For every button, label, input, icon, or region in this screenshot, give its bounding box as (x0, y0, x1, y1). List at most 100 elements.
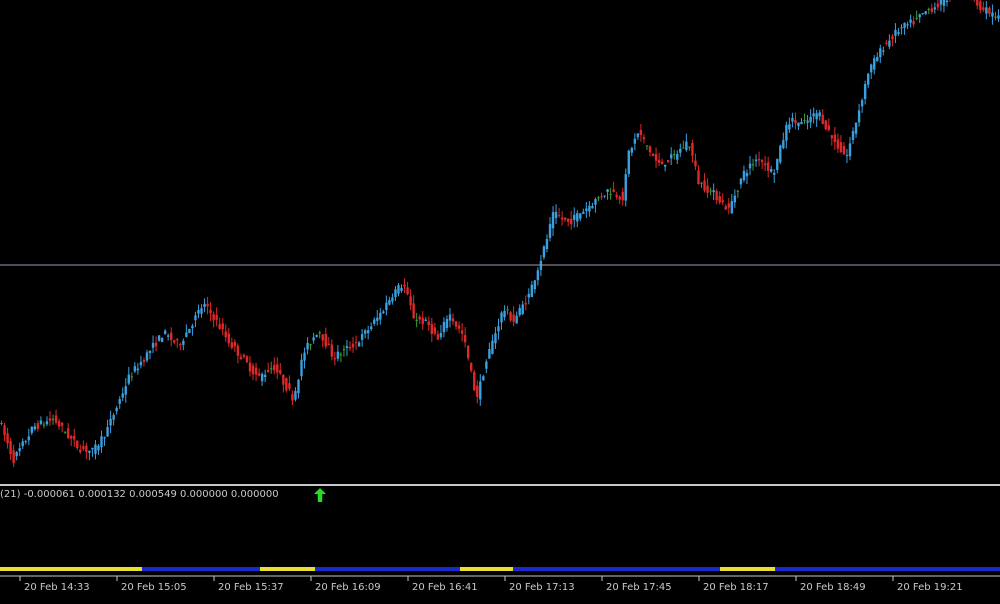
candle-body (488, 348, 491, 359)
candle-body (385, 302, 388, 311)
candle-body (288, 383, 291, 389)
candle-body (324, 333, 327, 347)
candle-body (497, 326, 500, 332)
candle-body (421, 317, 424, 325)
candle-body (333, 358, 337, 360)
candle-body (63, 432, 67, 434)
candle-body (615, 194, 618, 197)
candle-body (606, 189, 609, 192)
candle-body (794, 119, 797, 124)
candle-body (88, 450, 91, 453)
candle-body (676, 154, 679, 160)
candle-body (612, 189, 615, 192)
x-tick-label: 20 Feb 16:09 (315, 582, 381, 593)
candle-body (997, 15, 1000, 19)
candle-body (645, 145, 649, 147)
candle-body (654, 154, 658, 161)
candle-body (79, 449, 82, 453)
candle-body (630, 147, 634, 153)
candle-body (788, 124, 791, 130)
candle-body (848, 143, 852, 157)
candle-body (0, 422, 3, 424)
candle-body (357, 342, 361, 347)
x-tick-label: 20 Feb 18:49 (800, 582, 866, 593)
signal-strip (0, 567, 1000, 571)
candle-body (394, 289, 397, 298)
candle-body (721, 200, 724, 203)
candle-body (85, 445, 88, 452)
candle-body (533, 280, 537, 290)
candle-body (466, 345, 470, 359)
candle-body (800, 121, 803, 125)
candle-body (742, 170, 746, 181)
candle-body (176, 339, 179, 341)
candle-body (309, 344, 312, 346)
candle-body (773, 172, 776, 175)
candle-body (766, 162, 770, 171)
candle-body (600, 196, 603, 198)
candle-body (345, 346, 349, 349)
candle-body (239, 356, 243, 360)
candle-body (91, 447, 94, 450)
candle-body (406, 287, 409, 295)
candle-body (76, 440, 79, 448)
candle-body (182, 340, 185, 345)
candle-body (760, 160, 764, 163)
candle-body (657, 159, 661, 163)
candle-body (636, 133, 640, 138)
candle-body (703, 180, 706, 191)
candle-body (33, 426, 37, 430)
candle-body (400, 287, 403, 292)
candle-body (376, 317, 379, 321)
candle-body (279, 370, 282, 374)
strip-segment (260, 567, 315, 571)
candle-body (173, 340, 176, 343)
candle-body (579, 213, 582, 219)
price-chart: 20 Feb 14:33 20 Feb 15:05 20 Feb 15:37 20 F… (0, 0, 1000, 600)
candle-body (815, 113, 818, 120)
candle-body (833, 134, 837, 142)
candle-body (424, 319, 427, 321)
candle-body (715, 190, 718, 201)
candle-body (518, 307, 521, 316)
candle-body (785, 124, 788, 141)
candle-body (270, 368, 273, 370)
candle-body (36, 423, 40, 429)
candle-body (188, 328, 191, 334)
candle-body (479, 381, 482, 400)
candle-body (915, 17, 918, 19)
candle-body (18, 448, 21, 452)
candle-body (685, 141, 688, 151)
candle-body (379, 312, 382, 320)
candle-body (354, 342, 358, 344)
x-tick-label: 20 Feb 18:17 (703, 582, 769, 593)
candle-body (221, 323, 224, 330)
candle-body (651, 153, 655, 157)
strip-segment (142, 567, 260, 571)
candle-body (863, 84, 867, 100)
candle-body (403, 284, 406, 287)
candle-body (103, 437, 106, 439)
candle-body (433, 327, 437, 334)
candle-body (282, 375, 285, 385)
candle-body (748, 163, 752, 169)
candle-body (936, 3, 940, 8)
candle-body (906, 24, 909, 26)
candle-body (415, 319, 418, 321)
candle-body (9, 441, 12, 455)
candle-body (985, 7, 988, 14)
candle-body (266, 369, 270, 373)
candle-body (336, 351, 340, 359)
candle-body (339, 354, 343, 356)
candle-body (888, 40, 891, 47)
candle-body (203, 303, 206, 307)
candle-body (854, 122, 858, 134)
candle-body (197, 310, 200, 314)
candle-body (673, 154, 676, 156)
candle-body (297, 379, 300, 394)
candle-body (618, 196, 621, 200)
indicator-values-label: (21) -0.000061 0.000132 0.000549 0.00000… (0, 489, 279, 500)
candle-body (791, 117, 794, 122)
candle-body (521, 304, 524, 315)
candle-body (739, 178, 743, 185)
